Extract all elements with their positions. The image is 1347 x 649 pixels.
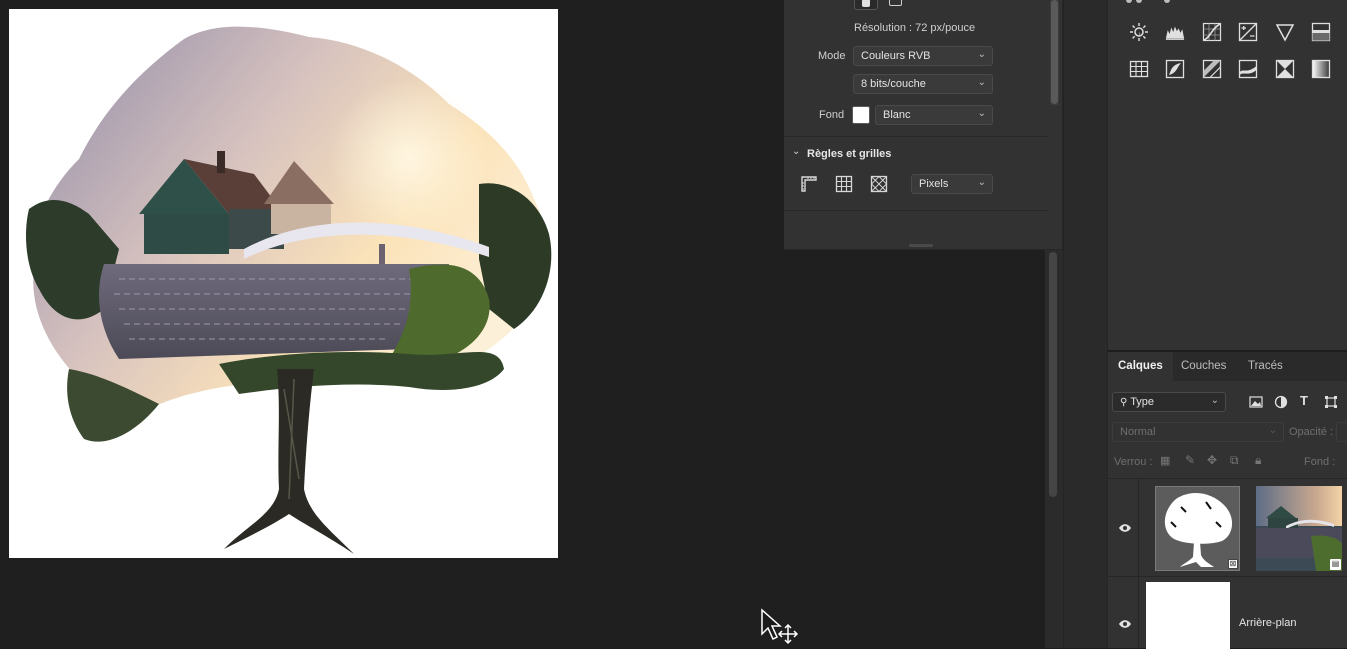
layers-panel: Calques Couches Tracés ⚲ Type ⌄ T Normal… — [1107, 352, 1347, 649]
grid-icon[interactable] — [835, 175, 853, 193]
background-layer-thumbnail[interactable] — [1146, 582, 1230, 649]
chevron-down-icon: ⌄ — [977, 108, 986, 119]
landscape-orientation-button[interactable] — [884, 0, 908, 10]
portrait-orientation-button[interactable] — [854, 0, 878, 10]
chevron-down-icon: ⌄ — [977, 177, 986, 188]
tab-couches[interactable]: Couches — [1171, 352, 1236, 381]
brightness-icon[interactable] — [1129, 22, 1149, 42]
curves-icon[interactable] — [1202, 22, 1222, 42]
tree-mask-icon — [1164, 493, 1233, 567]
color-lookup-icon[interactable] — [1129, 59, 1149, 79]
opacity-input[interactable] — [1336, 422, 1347, 442]
mode-dropdown-value: Couleurs RVB — [861, 50, 931, 62]
landscape-icon — [889, 0, 902, 6]
layer-row-background[interactable]: Arrière-plan — [1108, 576, 1347, 649]
rulers-icon[interactable] — [800, 175, 818, 193]
section-divider — [784, 210, 1048, 211]
eye-visibility-icon[interactable] — [1118, 619, 1132, 629]
chevron-down-icon: ⌄ — [977, 77, 986, 88]
panel-resize-handle[interactable] — [909, 244, 933, 247]
lock-all-icon[interactable]: 🔒︎ — [1255, 453, 1261, 468]
levels-icon[interactable] — [1165, 22, 1185, 42]
hue-saturation-icon[interactable] — [1311, 22, 1331, 42]
tab-traces[interactable]: Tracés — [1238, 352, 1293, 381]
background-color-swatch[interactable] — [852, 106, 870, 124]
fill-label: Fond : — [1304, 456, 1336, 468]
threshold-icon[interactable] — [1238, 59, 1258, 79]
selective-color-icon[interactable] — [1275, 59, 1295, 79]
layer-row-masked-image[interactable]: ⊠ ▤ — [1108, 478, 1347, 577]
panel-header-remnant — [1126, 0, 1186, 4]
properties-scrollbar[interactable] — [1050, 0, 1059, 105]
background-layer-name[interactable]: Arrière-plan — [1239, 617, 1296, 629]
layer-image-thumbnail[interactable]: ▤ — [1256, 486, 1342, 571]
guides-icon[interactable] — [870, 175, 888, 193]
bit-depth-dropdown-value: 8 bits/couche — [861, 78, 926, 90]
chevron-down-icon: ⌄ — [1268, 425, 1277, 436]
scrollbar-thumb[interactable] — [1049, 252, 1057, 497]
orientation-buttons — [854, 0, 910, 12]
blend-mode-value: Normal — [1120, 426, 1156, 438]
blend-mode-dropdown[interactable]: Normal ⌄ — [1112, 422, 1284, 442]
posterize-icon[interactable] — [1202, 59, 1222, 79]
landscape-thumbnail-image — [1256, 486, 1342, 571]
portrait-icon — [862, 0, 870, 7]
lock-image-pixels-icon[interactable]: ✎ — [1185, 453, 1195, 467]
background-contents-dropdown[interactable]: Blanc ⌄ — [875, 105, 993, 125]
adjustments-panel — [1107, 0, 1347, 350]
fond-label: Fond — [819, 109, 845, 121]
move-cursor-icon — [761, 608, 799, 645]
invert-icon[interactable] — [1165, 59, 1185, 79]
layer-filter-value: Type — [1130, 396, 1155, 408]
mode-dropdown[interactable]: Couleurs RVB ⌄ — [853, 46, 993, 66]
resolution-text: Résolution : 72 px/pouce — [854, 22, 976, 34]
collapse-chevron-icon[interactable]: ⌄ — [792, 146, 800, 157]
vibrance-icon[interactable] — [1275, 22, 1295, 42]
mode-label: Mode — [818, 50, 846, 62]
lock-transparent-pixels-icon[interactable]: ▦ — [1160, 454, 1170, 467]
exposure-icon[interactable] — [1238, 22, 1258, 42]
chevron-down-icon: ⌄ — [1210, 395, 1219, 406]
properties-panel: Résolution : 72 px/pouce Mode Couleurs R… — [784, 0, 1063, 250]
scrollbar-thumb[interactable] — [1051, 0, 1058, 104]
pixel-layer-filter-icon[interactable] — [1249, 395, 1263, 409]
mask-link-icon: ⊠ — [1228, 559, 1238, 569]
smart-object-badge-icon: ▤ — [1330, 559, 1341, 570]
shape-layer-filter-icon[interactable] — [1324, 395, 1338, 409]
lock-label: Verrou : — [1114, 456, 1153, 468]
lock-artboard-icon[interactable]: ⧉ — [1230, 453, 1239, 468]
layer-filter-dropdown[interactable]: ⚲ Type ⌄ — [1112, 392, 1226, 412]
background-contents-value: Blanc — [883, 109, 911, 121]
units-dropdown-value: Pixels — [919, 178, 949, 190]
rules-grids-section-title[interactable]: Règles et grilles — [807, 148, 891, 160]
document-canvas[interactable] — [9, 9, 558, 558]
vertical-scrollbar[interactable] — [1045, 250, 1063, 648]
tree-double-exposure-image — [26, 26, 552, 554]
units-dropdown[interactable]: Pixels ⌄ — [911, 174, 993, 194]
type-layer-filter-icon[interactable]: T — [1300, 393, 1308, 408]
lock-position-icon[interactable]: ✥ — [1207, 453, 1217, 467]
chevron-down-icon: ⌄ — [977, 49, 986, 60]
adjustment-layer-filter-icon[interactable] — [1274, 395, 1288, 409]
section-divider — [784, 136, 1048, 137]
eye-visibility-icon[interactable] — [1118, 523, 1132, 533]
gradient-map-icon[interactable] — [1311, 59, 1331, 79]
search-icon: ⚲ — [1120, 397, 1128, 408]
bit-depth-dropdown[interactable]: 8 bits/couche ⌄ — [853, 74, 993, 94]
panel-dock-gutter — [1063, 0, 1107, 648]
opacity-label: Opacité : — [1289, 426, 1334, 438]
layer-mask-thumbnail[interactable]: ⊠ — [1155, 486, 1240, 571]
tab-calques[interactable]: Calques — [1108, 352, 1173, 381]
